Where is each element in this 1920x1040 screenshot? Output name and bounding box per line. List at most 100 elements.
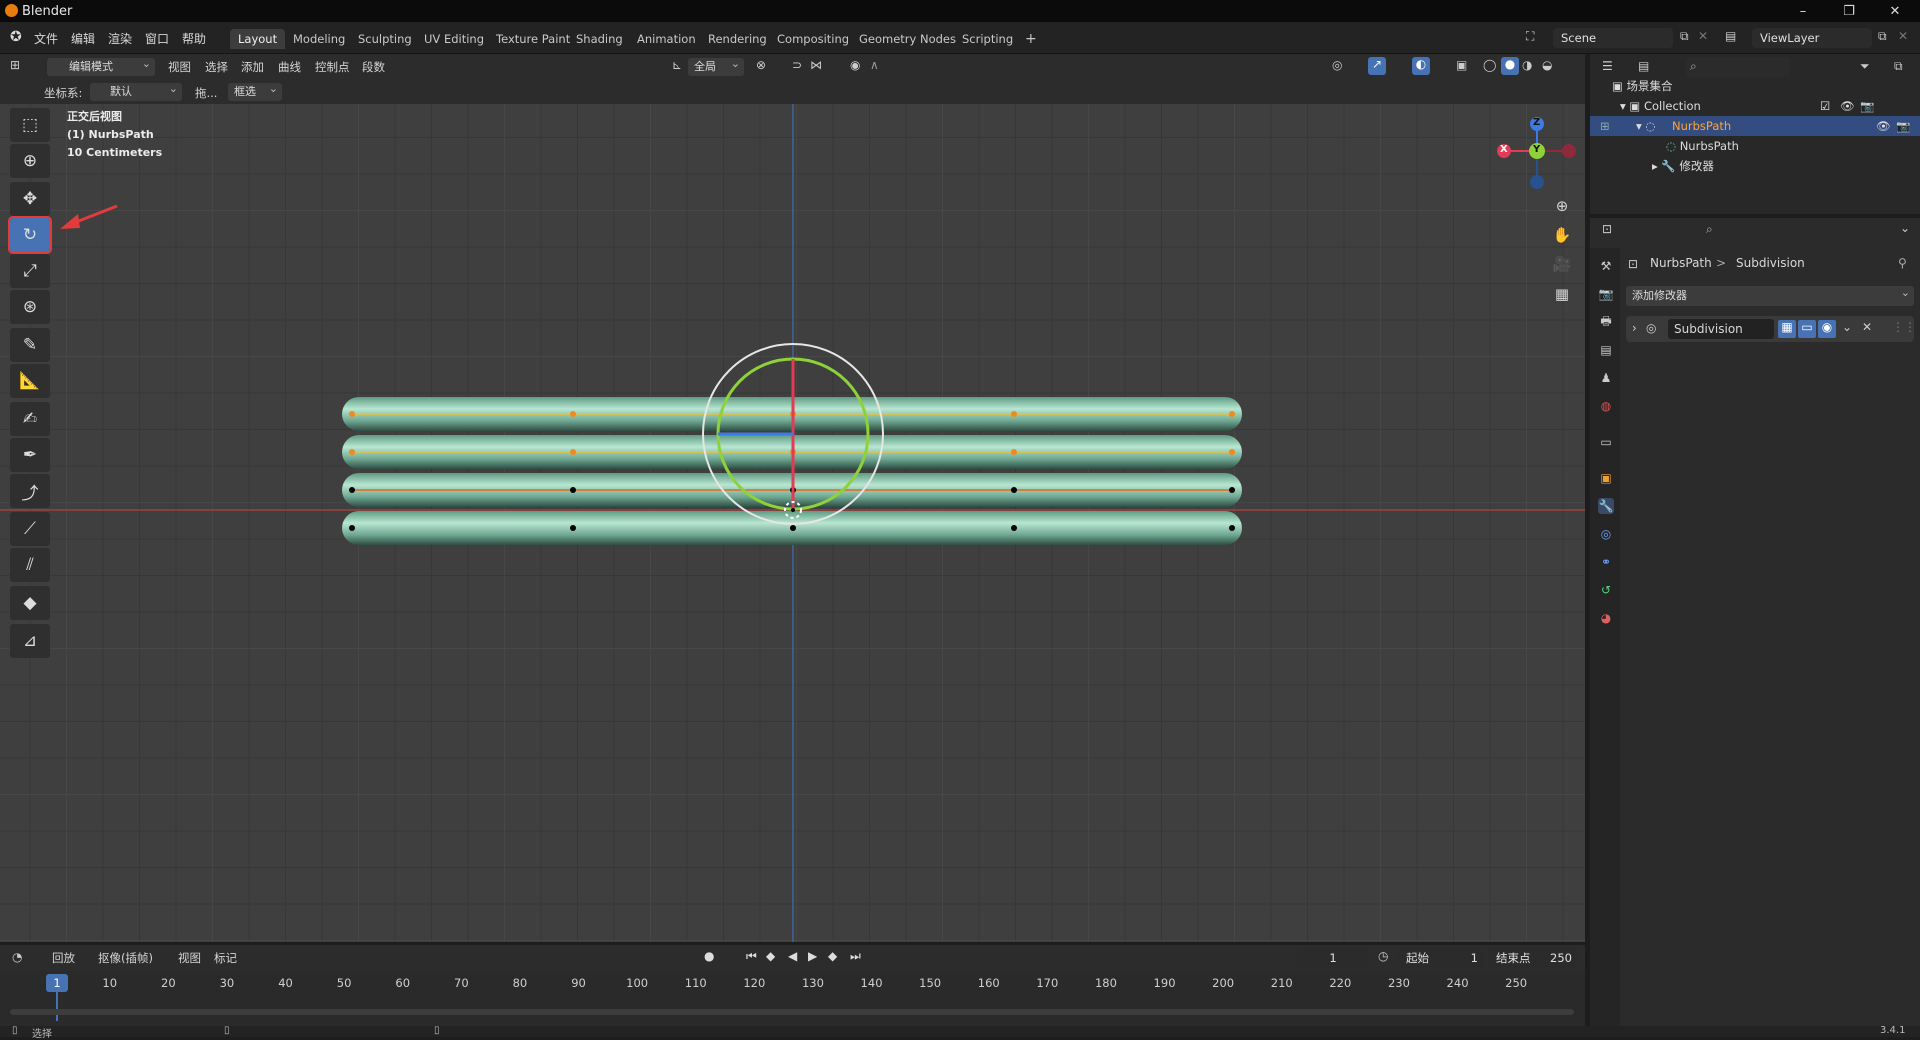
properties-search-input[interactable]: [1700, 220, 1806, 240]
proportional-edit-icon[interactable]: ◉: [850, 58, 860, 72]
add-modifier-dropdown[interactable]: 添加修改器: [1626, 283, 1914, 306]
coord-system-dropdown[interactable]: 默认: [90, 80, 182, 101]
next-keyframe-icon[interactable]: ◆: [828, 949, 837, 963]
delete-view-layer-icon[interactable]: ✕: [1898, 29, 1908, 43]
play-reverse-icon[interactable]: ◀: [788, 949, 797, 963]
3d-viewport[interactable]: 正交后视图 (1) NurbsPath 10 Centimeters Z Y X…: [0, 104, 1585, 942]
view-layer-tab-icon[interactable]: ▤: [1598, 342, 1614, 358]
gizmo-toggle-icon[interactable]: ↗: [1368, 57, 1386, 75]
menu-curve[interactable]: 曲线: [278, 59, 301, 75]
menu-keying[interactable]: 抠像(插帧): [98, 950, 153, 966]
snap-target-icon[interactable]: ⋈: [810, 58, 822, 72]
prev-keyframe-icon[interactable]: ◆: [766, 949, 775, 963]
transform-orient-icon[interactable]: ⊾: [672, 58, 682, 72]
new-scene-icon[interactable]: ⧉: [1680, 29, 1689, 44]
data-tab-icon[interactable]: ↺: [1598, 582, 1614, 598]
zoom-icon[interactable]: ⊕: [1549, 193, 1575, 219]
render-tab-icon[interactable]: 📷: [1598, 286, 1614, 302]
drag-handle-icon[interactable]: ⋮⋮: [1892, 320, 1916, 334]
timeline-editor-icon[interactable]: ◔: [12, 950, 22, 964]
randomize-tool-icon[interactable]: ◆: [10, 586, 50, 620]
new-view-layer-icon[interactable]: ⧉: [1878, 29, 1887, 44]
camera-view-icon[interactable]: 🎥: [1549, 251, 1575, 277]
output-tab-icon[interactable]: 🖶: [1598, 314, 1614, 330]
snap-icon[interactable]: ⊃: [792, 58, 802, 72]
modifier-panel-header[interactable]: › ◎ Subdivision ▦ ▭ ◉ ⌄ ✕ ⋮⋮: [1626, 316, 1916, 342]
ortho-grid-icon[interactable]: ▦: [1549, 281, 1575, 307]
draw-tool-icon[interactable]: ✍: [10, 402, 50, 436]
menu-select[interactable]: 选择: [205, 59, 228, 75]
collection-tab-icon[interactable]: ▭: [1598, 434, 1614, 450]
gizmo-x-label[interactable]: X: [1500, 144, 1508, 155]
viewport-display-icon[interactable]: ▭: [1798, 320, 1816, 338]
rendered-shading-icon[interactable]: ◒: [1542, 58, 1552, 72]
play-icon[interactable]: ▶: [808, 949, 817, 963]
move-tool-icon[interactable]: ✥: [10, 182, 50, 216]
timeline[interactable]: 1 10 20 30 40 50 60 70 80 90 100 110 120 130 140 150 160…: [0, 971, 1585, 1026]
solid-shading-icon[interactable]: ●: [1501, 57, 1519, 75]
extrude-tool-icon[interactable]: ⤴: [10, 474, 50, 508]
overlay-toggle-icon[interactable]: ◐: [1412, 57, 1430, 75]
xray-icon[interactable]: ▣: [1456, 58, 1467, 72]
edit-mode-icon[interactable]: ⊞: [1600, 116, 1610, 136]
delete-scene-icon[interactable]: ✕: [1698, 29, 1708, 43]
tree-curve-data[interactable]: ◌ NurbsPath: [1666, 136, 1916, 156]
gizmo-z-label[interactable]: Z: [1533, 117, 1540, 128]
tab-shading[interactable]: Shading: [568, 29, 631, 49]
drag-dropdown[interactable]: 框选: [228, 80, 282, 101]
shear-tool-icon[interactable]: ⊿: [10, 624, 50, 658]
outliner-search-input[interactable]: [1686, 57, 1790, 77]
tree-modifiers[interactable]: ▸ 🔧 修改器: [1652, 156, 1902, 176]
wireframe-shading-icon[interactable]: ◯: [1483, 58, 1496, 72]
expand-chevron-icon[interactable]: ›: [1632, 321, 1637, 335]
menu-help[interactable]: 帮助: [182, 30, 206, 47]
current-frame-field[interactable]: 1: [1297, 948, 1369, 968]
properties-editor-icon[interactable]: ⊡: [1602, 222, 1612, 236]
tree-collection[interactable]: ▾ ▣ Collection ☑ 👁 📷: [1620, 96, 1920, 116]
gizmo-y-label[interactable]: Y: [1533, 144, 1540, 155]
new-collection-icon[interactable]: ⧉: [1894, 59, 1903, 74]
tab-uv-editing[interactable]: UV Editing: [416, 29, 492, 49]
pin-icon[interactable]: ⚲: [1898, 256, 1907, 270]
scene-icon[interactable]: ⛶: [1526, 29, 1534, 44]
physics-tab-icon[interactable]: ◎: [1598, 526, 1614, 542]
camera-icon[interactable]: 📷: [1896, 116, 1910, 136]
tab-sculpting[interactable]: Sculpting: [350, 29, 420, 49]
tool-tab-icon[interactable]: ⚒: [1598, 258, 1614, 274]
jump-start-icon[interactable]: ⏮: [746, 949, 757, 964]
select-box-tool-icon[interactable]: ⬚: [10, 108, 50, 142]
render-display-icon[interactable]: ◉: [1818, 320, 1836, 338]
pivot-icon[interactable]: ⊗: [756, 58, 766, 72]
outliner-editor-icon[interactable]: ☰: [1602, 59, 1613, 73]
options-chevron-icon[interactable]: ⌄: [1900, 221, 1910, 235]
tab-texture-paint[interactable]: Texture Paint: [488, 29, 578, 49]
transform-tool-icon[interactable]: ⊛: [10, 290, 50, 324]
tab-scripting[interactable]: Scripting: [954, 29, 1021, 49]
minimize-button[interactable]: –: [1780, 0, 1826, 22]
filter-icon[interactable]: ⏷: [1860, 59, 1870, 74]
menu-control-points[interactable]: 控制点: [315, 59, 350, 75]
add-workspace-button[interactable]: +: [1017, 29, 1045, 49]
editor-type-icon[interactable]: ⊞: [10, 58, 20, 72]
transform-orientation-dropdown[interactable]: 全局: [688, 55, 744, 76]
scene-field[interactable]: Scene: [1553, 28, 1673, 48]
tab-animation[interactable]: Animation: [629, 29, 704, 49]
falloff-icon[interactable]: ∧: [870, 58, 879, 72]
constraints-tab-icon[interactable]: ⚭: [1598, 554, 1614, 570]
menu-edit[interactable]: 编辑: [71, 30, 95, 47]
material-shading-icon[interactable]: ◑: [1522, 58, 1532, 72]
mode-dropdown[interactable]: 编辑模式: [47, 55, 155, 76]
jump-end-icon[interactable]: ⏭: [850, 949, 861, 964]
measure-tool-icon[interactable]: 📐: [10, 364, 50, 398]
tab-compositing[interactable]: Compositing: [769, 29, 857, 49]
blender-menu-icon[interactable]: ✪: [10, 29, 22, 45]
menu-playback[interactable]: 回放: [52, 950, 75, 966]
rotate-tool-icon[interactable]: ↻: [8, 216, 52, 254]
modifier-name-input[interactable]: Subdivision: [1668, 319, 1774, 339]
visibility-icon[interactable]: ◎: [1332, 58, 1342, 72]
menu-marker[interactable]: 标记: [214, 950, 237, 966]
record-icon[interactable]: ●: [704, 949, 714, 963]
tilt-tool-icon[interactable]: ⫽: [10, 548, 50, 582]
menu-view[interactable]: 视图: [168, 59, 191, 75]
menu-window[interactable]: 窗口: [145, 30, 169, 47]
